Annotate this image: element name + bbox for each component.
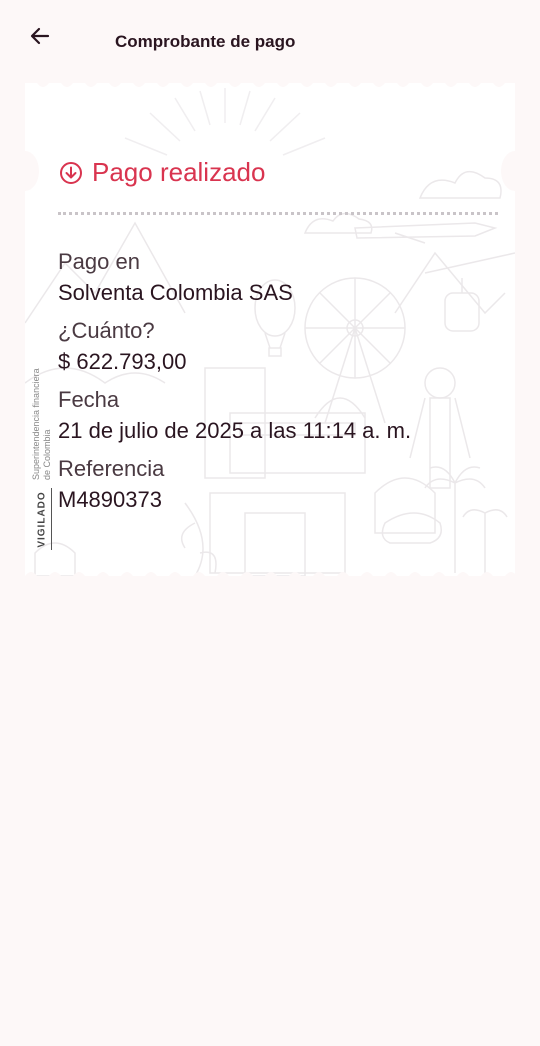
reference-label: Referencia — [58, 456, 165, 481]
date-label: Fecha — [58, 387, 120, 412]
payment-receipt-card: Pago realizado Pago en Solventa Colombia… — [25, 83, 515, 576]
payment-status: Pago realizado — [59, 157, 265, 188]
vigilado-stamp: VIGILADO — [33, 488, 52, 550]
amount-label: ¿Cuánto? — [58, 318, 155, 343]
arrow-left-icon — [30, 27, 50, 45]
receipt-top-edge — [25, 83, 505, 87]
vigilado-word: VIGILADO — [36, 490, 48, 548]
reference-value: M4890373 — [58, 487, 162, 512]
date-value: 21 de julio de 2025 a las 11:14 a. m. — [58, 418, 412, 443]
superintendencia-line1: Superintendencia financiera — [31, 368, 41, 480]
superintendencia-label: Superintendencia financiera de Colombia — [16, 352, 56, 482]
payee-value: Solventa Colombia SAS — [58, 280, 293, 305]
receipt-divider — [58, 212, 498, 215]
arrow-down-circle-icon — [60, 161, 82, 184]
receipt-bottom-edge — [25, 572, 515, 576]
superintendencia-line2: de Colombia — [42, 429, 52, 480]
payment-status-label: Pago realizado — [92, 157, 266, 187]
back-button[interactable] — [24, 20, 56, 52]
page-title: Comprobante de pago — [115, 32, 296, 51]
app-header: Comprobante de pago — [0, 0, 540, 80]
amount-value: $ 622.793,00 — [58, 349, 187, 374]
payee-label: Pago en — [58, 249, 140, 274]
